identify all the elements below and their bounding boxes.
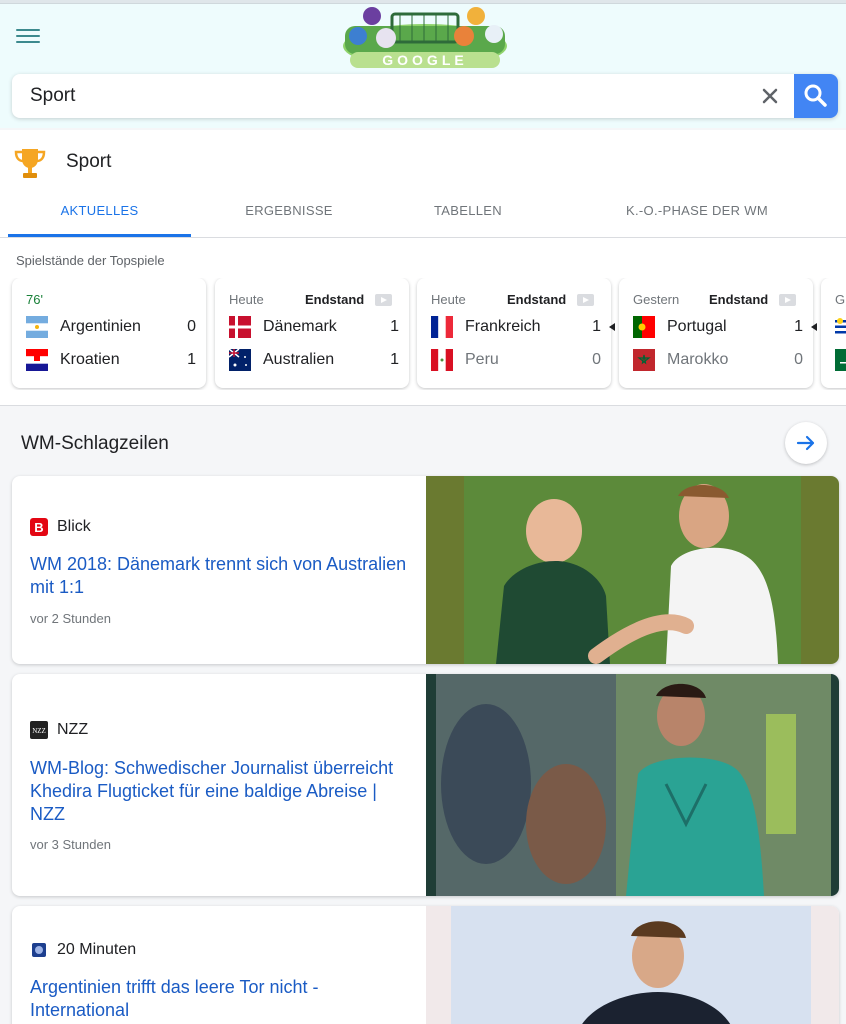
google-doodle-logo[interactable]: GOOGLE [340, 4, 510, 70]
match-status: Heute [431, 292, 466, 307]
article-title[interactable]: Argentinien trifft das leere Tor nicht -… [30, 976, 415, 1022]
match-team-away: Australien 1 [229, 348, 399, 372]
peru-flag-icon [431, 349, 453, 371]
match-status: 76' [26, 292, 43, 307]
article-source: Blick [57, 518, 91, 535]
croatia-flag-icon [26, 349, 48, 371]
article-image[interactable] [426, 906, 839, 1024]
tab-tabellen[interactable]: TABELLEN [383, 196, 553, 238]
tab-ergebnisse[interactable]: ERGEBNISSE [195, 196, 383, 238]
search-button[interactable] [794, 74, 838, 118]
match-team-home: Portugal 1 [633, 315, 817, 339]
article-time: vor 2 Stunden [30, 611, 111, 626]
winner-marker-icon [609, 323, 615, 331]
argentina-flag-icon [26, 316, 48, 338]
header: GOOGLE [0, 0, 846, 128]
article-image[interactable] [426, 674, 839, 896]
headlines-section: WM-Schlagzeilen B Blick WM 2018: Dänemar… [0, 408, 846, 1024]
article-title[interactable]: WM 2018: Dänemark trennt sich von Austra… [30, 553, 415, 599]
team-score: 1 [592, 318, 601, 335]
match-status: G [835, 292, 846, 307]
match-card[interactable]: Gestern Endstand Portugal 1 Marokko 0 [619, 278, 817, 388]
match-card[interactable]: G [821, 278, 846, 388]
match-result-label: Endstand [305, 292, 365, 307]
saudi-arabia-flag-icon [835, 349, 846, 371]
active-tab-indicator [8, 234, 191, 237]
team-name: Kroatien [60, 351, 120, 368]
article-source: NZZ [57, 721, 89, 738]
news-article[interactable]: B Blick WM 2018: Dänemark trennt sich vo… [12, 476, 839, 664]
team-name: Frankreich [465, 318, 541, 335]
match-status: Heute [229, 292, 264, 307]
more-headlines-button[interactable] [785, 422, 827, 464]
uruguay-flag-icon [835, 316, 846, 338]
blick-icon: B [30, 518, 48, 536]
search-input[interactable] [30, 74, 730, 118]
match-team-home [835, 315, 846, 339]
team-name: Peru [465, 351, 499, 368]
france-flag-icon [431, 316, 453, 338]
portugal-flag-icon [633, 316, 655, 338]
team-score: 1 [187, 351, 196, 368]
article-source: 20 Minuten [57, 941, 137, 958]
sport-title: Sport [66, 151, 112, 172]
hamburger-menu-icon[interactable] [16, 26, 40, 46]
trophy-icon [14, 149, 46, 178]
team-score: 0 [187, 318, 196, 335]
team-name: Australien [263, 351, 335, 368]
svg-text:NZZ: NZZ [32, 727, 46, 735]
team-score: 1 [390, 318, 399, 335]
match-team-away: Peru 0 [431, 348, 601, 372]
denmark-flag-icon [229, 316, 251, 338]
news-article[interactable]: 20 Minuten Argentinien trifft das leere … [12, 906, 839, 1024]
team-score: 1 [794, 318, 803, 335]
team-name: Dänemark [263, 318, 337, 335]
team-score: 1 [390, 351, 399, 368]
article-image[interactable] [426, 476, 839, 664]
winner-marker-icon [811, 323, 817, 331]
section-title: WM-Schlagzeilen [21, 433, 169, 454]
match-card[interactable]: 76' Argentinien 0 Kroatien 1 [12, 278, 206, 388]
video-icon[interactable] [779, 294, 796, 306]
nzz-icon: NZZ [30, 721, 48, 739]
team-name: Argentinien [60, 318, 141, 335]
match-team-home: Argentinien 0 [26, 315, 196, 339]
match-team-away [835, 348, 846, 372]
video-icon[interactable] [577, 294, 594, 306]
search-box [12, 74, 838, 118]
team-name: Portugal [667, 318, 727, 335]
match-card[interactable]: Heute Endstand Frankreich 1 Peru 0 [417, 278, 615, 388]
close-icon[interactable] [758, 84, 782, 108]
match-result-label: Endstand [709, 292, 769, 307]
morocco-flag-icon [633, 349, 655, 371]
match-carousel[interactable]: 76' Argentinien 0 Kroatien 1 Heute Endst… [0, 278, 846, 390]
match-status: Gestern [633, 292, 680, 307]
article-time: vor 3 Stunden [30, 837, 111, 852]
arrow-right-icon [796, 435, 815, 451]
team-score: 0 [794, 351, 803, 368]
news-article[interactable]: NZZ NZZ WM-Blog: Schwedischer Journalist… [12, 674, 839, 896]
search-icon [804, 84, 827, 107]
match-card[interactable]: Heute Endstand Dänemark 1 Australien 1 [215, 278, 409, 388]
australia-flag-icon [229, 349, 251, 371]
team-name: Marokko [667, 351, 729, 368]
sport-card: Sport AKTUELLES ERGEBNISSE TABELLEN K.-O… [0, 130, 846, 406]
team-score: 0 [592, 351, 601, 368]
match-team-away: Marokko 0 [633, 348, 803, 372]
20-minuten-icon [32, 943, 46, 957]
match-result-label: Endstand [507, 292, 567, 307]
tab-ko-phase[interactable]: K.-O.-PHASE DER WM [553, 196, 841, 238]
top-games-label: Spielstände der Topspiele [16, 253, 165, 268]
match-team-home: Frankreich 1 [431, 315, 615, 339]
match-team-away: Kroatien 1 [26, 348, 196, 372]
sport-tabs: AKTUELLES ERGEBNISSE TABELLEN K.-O.-PHAS… [0, 196, 846, 238]
svg-text:GOOGLE: GOOGLE [382, 52, 467, 68]
match-team-home: Dänemark 1 [229, 315, 399, 339]
video-icon[interactable] [375, 294, 392, 306]
tab-aktuelles[interactable]: AKTUELLES [8, 196, 191, 238]
article-title[interactable]: WM-Blog: Schwedischer Journalist überrei… [30, 757, 415, 826]
svg-text:B: B [34, 520, 43, 535]
page: GOOGLE Sport AKTUELLES [0, 0, 846, 1024]
